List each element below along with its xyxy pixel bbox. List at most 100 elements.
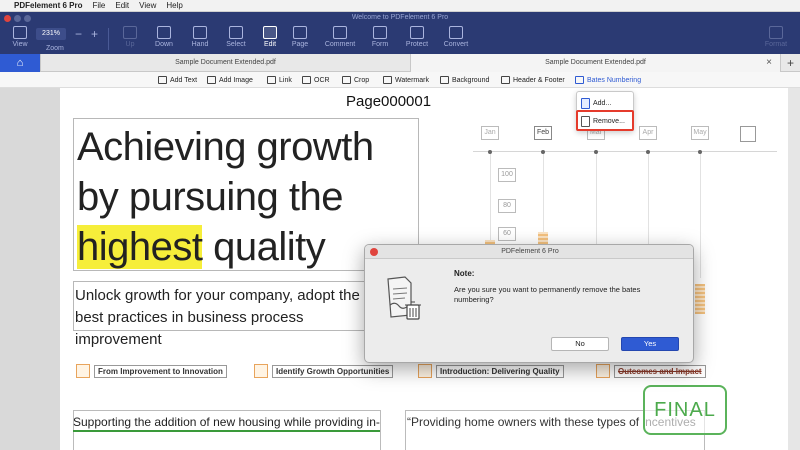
header-footer-button[interactable]: Header & Footer bbox=[501, 74, 565, 86]
watermark-label: Watermark bbox=[395, 76, 429, 84]
form-label: Form bbox=[371, 41, 389, 48]
protect-label: Protect bbox=[405, 41, 429, 48]
add-image-label: Add Image bbox=[219, 76, 253, 84]
menu-file[interactable]: File bbox=[92, 1, 105, 10]
dialog-close-icon[interactable] bbox=[370, 248, 378, 256]
section-icon bbox=[418, 364, 432, 378]
chart-dot bbox=[698, 150, 702, 154]
comment-label: Comment bbox=[324, 41, 356, 48]
headline-line-3-rest: quality bbox=[202, 225, 326, 269]
comment-button[interactable]: Comment bbox=[322, 26, 358, 48]
up-button[interactable]: Up bbox=[112, 26, 148, 48]
vertical-scrollbar[interactable] bbox=[788, 88, 800, 450]
remove-highlight-callout bbox=[576, 110, 634, 131]
chart-bar bbox=[695, 284, 705, 314]
headline-line-3: highest quality bbox=[77, 222, 374, 272]
format-icon bbox=[769, 26, 783, 39]
convert-label: Convert bbox=[443, 41, 469, 48]
section-label-text: Identify Growth Opportunities bbox=[272, 364, 394, 378]
document-tab[interactable]: Sample Document Extended.pdf bbox=[40, 54, 410, 72]
down-button[interactable]: Down bbox=[146, 26, 182, 48]
hand-tool-button[interactable]: Hand bbox=[182, 26, 218, 48]
month-label: Jan bbox=[481, 126, 499, 140]
home-icon: ⌂ bbox=[16, 57, 24, 69]
month-label: Apr bbox=[639, 126, 657, 140]
bates-numbering-button[interactable]: Bates Numbering bbox=[575, 74, 641, 86]
zoom-out-button[interactable]: − bbox=[75, 27, 82, 41]
section-label: From Improvement to Innovation bbox=[76, 364, 227, 378]
format-button[interactable]: Format bbox=[758, 26, 794, 48]
yes-button[interactable]: Yes bbox=[621, 337, 679, 351]
home-tab[interactable]: ⌂ bbox=[0, 54, 40, 72]
subheadline: Unlock growth for your company, adopt th… bbox=[75, 287, 360, 348]
watermark-icon bbox=[383, 76, 392, 84]
cursor-icon bbox=[229, 26, 243, 39]
add-image-button[interactable]: Add Image bbox=[207, 74, 253, 86]
add-text-button[interactable]: Add Text bbox=[158, 74, 197, 86]
zoom-select[interactable]: 231% bbox=[36, 28, 66, 40]
ocr-button[interactable]: OCR bbox=[302, 74, 330, 86]
headline-line-1: Achieving growth bbox=[77, 125, 374, 169]
dialog-title: PDFelement 6 Pro bbox=[365, 245, 693, 259]
close-tab-icon[interactable]: × bbox=[766, 54, 772, 72]
menu-app-name[interactable]: PDFelement 6 Pro bbox=[14, 1, 82, 10]
bates-icon bbox=[575, 76, 584, 84]
format-label: Format bbox=[764, 41, 788, 48]
edit-icon bbox=[263, 26, 277, 39]
edit-label: Edit bbox=[263, 41, 277, 48]
document-tab-active[interactable]: Sample Document Extended.pdf × bbox=[410, 54, 780, 72]
chart-gridline bbox=[473, 151, 777, 152]
arrow-down-icon bbox=[157, 26, 171, 39]
zoom-in-button[interactable]: + bbox=[91, 27, 98, 41]
underlined-text: Supporting the addition of new housing w… bbox=[73, 415, 380, 432]
header-footer-icon bbox=[501, 76, 510, 84]
link-label: Link bbox=[279, 76, 292, 84]
section-label: Outcomes and Impact bbox=[596, 364, 706, 378]
watermark-button[interactable]: Watermark bbox=[383, 74, 429, 86]
document-trash-icon bbox=[387, 276, 421, 320]
chart-dot bbox=[541, 150, 545, 154]
add-document-icon bbox=[581, 97, 590, 109]
menu-view[interactable]: View bbox=[139, 1, 156, 10]
up-label: Up bbox=[125, 41, 135, 48]
final-stamp[interactable]: FINAL bbox=[643, 385, 727, 435]
confirm-remove-dialog: PDFelement 6 Pro Note: Are you sure you … bbox=[364, 244, 694, 363]
view-label: View bbox=[12, 41, 28, 48]
arrow-up-icon bbox=[123, 26, 137, 39]
document-tabbar: ⌂ Sample Document Extended.pdf Sample Do… bbox=[0, 54, 800, 72]
ocr-icon bbox=[302, 76, 311, 84]
page-button[interactable]: Page bbox=[282, 26, 318, 48]
image-icon bbox=[207, 76, 216, 84]
page-label: Page bbox=[291, 41, 309, 48]
highlighted-word: highest bbox=[77, 225, 203, 269]
section-icon bbox=[254, 364, 268, 378]
protect-button[interactable]: Protect bbox=[399, 26, 435, 48]
chart-legend-box bbox=[740, 126, 756, 142]
sidebar-view-icon bbox=[13, 26, 27, 39]
headline: Achieving growth by pursuing the highest… bbox=[77, 122, 374, 272]
link-button[interactable]: Link bbox=[267, 74, 292, 86]
select-label: Select bbox=[226, 41, 246, 48]
menu-edit[interactable]: Edit bbox=[115, 1, 129, 10]
bates-add-label: Add... bbox=[593, 99, 612, 107]
background-button[interactable]: Background bbox=[440, 74, 489, 86]
select-tool-button[interactable]: Select bbox=[218, 26, 254, 48]
convert-button[interactable]: Convert bbox=[438, 26, 474, 48]
mac-menubar: PDFelement 6 Pro File Edit View Help bbox=[0, 0, 800, 12]
view-button[interactable]: View bbox=[2, 26, 38, 48]
no-button[interactable]: No bbox=[551, 337, 609, 351]
convert-icon bbox=[449, 26, 463, 39]
document-tab-label: Sample Document Extended.pdf bbox=[545, 59, 646, 66]
zoom-label: Zoom bbox=[46, 45, 64, 52]
paragraph-left: Supporting the addition of new housing w… bbox=[73, 413, 383, 432]
crop-button[interactable]: Crop bbox=[342, 74, 369, 86]
bates-add-menu-item[interactable]: Add... bbox=[581, 96, 611, 110]
background-icon bbox=[440, 76, 449, 84]
new-tab-button[interactable]: + bbox=[780, 54, 800, 72]
form-button[interactable]: Form bbox=[362, 26, 398, 48]
y-tick-label: 100 bbox=[498, 168, 516, 182]
section-label: Introduction: Delivering Quality bbox=[418, 364, 564, 378]
section-label: Identify Growth Opportunities bbox=[254, 364, 394, 378]
form-icon bbox=[373, 26, 387, 39]
menu-help[interactable]: Help bbox=[166, 1, 182, 10]
